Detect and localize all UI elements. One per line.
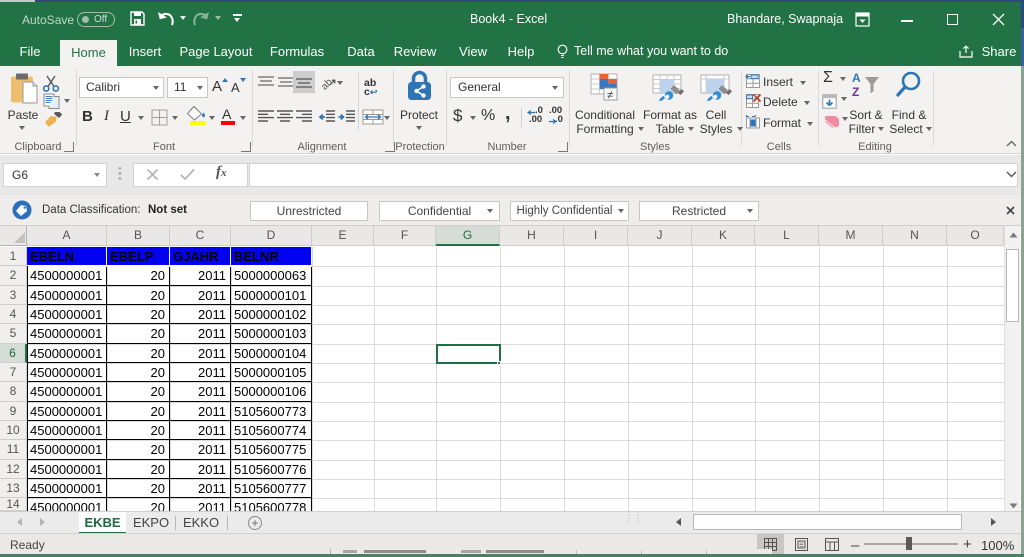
svg-text:ab: ab	[320, 77, 335, 91]
svg-text:≠: ≠	[607, 90, 613, 102]
svg-text:Z: Z	[852, 85, 859, 99]
svg-text:A: A	[852, 71, 861, 85]
